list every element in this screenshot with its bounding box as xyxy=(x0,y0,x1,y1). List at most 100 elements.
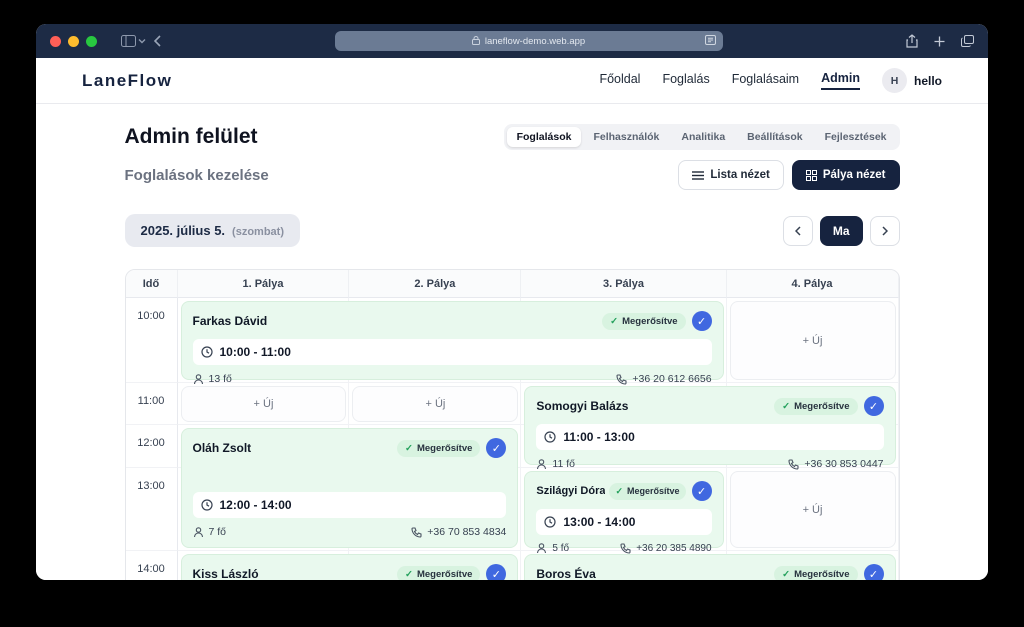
booking-time: 13:00 - 14:00 xyxy=(536,509,711,535)
court-view-button[interactable]: Pálya nézet xyxy=(792,160,900,190)
booking-name: Kiss László xyxy=(193,567,259,580)
chevron-right-icon xyxy=(882,226,888,236)
top-navigation: LaneFlow Főoldal Foglalás Foglalásaim Ad… xyxy=(36,58,988,104)
close-window-button[interactable] xyxy=(50,36,61,47)
minimize-window-button[interactable] xyxy=(68,36,79,47)
share-button[interactable] xyxy=(906,34,918,48)
user-name: hello xyxy=(914,74,942,88)
nav-link-fooldal[interactable]: Főoldal xyxy=(599,72,640,89)
booking-name: Oláh Zsolt xyxy=(193,441,252,455)
check-icon: ✓ xyxy=(782,569,790,580)
check-icon: ✓ xyxy=(610,316,618,327)
tab-fejlesztesek[interactable]: Fejlesztések xyxy=(815,127,897,147)
phone-icon xyxy=(411,527,422,538)
laneflow-logo: LaneFlow xyxy=(82,71,172,91)
status-badge: ✓Megerősítve xyxy=(397,566,480,581)
confirmed-check-button[interactable]: ✓ xyxy=(692,481,712,501)
booking-card[interactable]: Szilágyi Dóra ✓Megerősítve ✓ 13:00 - 14:… xyxy=(524,471,723,548)
clock-icon xyxy=(201,346,213,358)
admin-content: Admin felület Foglalások Felhasználók An… xyxy=(125,104,900,580)
user-menu[interactable]: H hello xyxy=(882,68,942,93)
tab-beallitasok[interactable]: Beállítások xyxy=(737,127,812,147)
status-badge: ✓Megerősítve xyxy=(609,483,685,500)
check-icon: ✓ xyxy=(405,569,413,580)
people-icon xyxy=(536,543,547,554)
phone-icon xyxy=(788,459,799,470)
confirmed-check-button[interactable]: ✓ xyxy=(864,564,884,580)
today-button[interactable]: Ma xyxy=(820,216,863,246)
list-icon xyxy=(692,171,704,180)
booking-card[interactable]: Somogyi Balázs ✓Megerősítve ✓ 11:00 - 13… xyxy=(524,386,895,465)
check-icon: ✓ xyxy=(697,485,706,498)
check-icon: ✓ xyxy=(405,443,413,454)
new-tab-button[interactable] xyxy=(934,34,945,48)
tab-overview-button[interactable] xyxy=(961,34,974,48)
column-header-court2: 2. Pálya xyxy=(349,270,521,298)
column-header-court3: 3. Pálya xyxy=(521,270,726,298)
next-day-button[interactable] xyxy=(870,216,900,246)
booking-name: Somogyi Balázs xyxy=(536,399,628,413)
check-icon: ✓ xyxy=(615,486,623,497)
people-icon xyxy=(193,374,204,385)
check-icon: ✓ xyxy=(869,568,878,581)
clock-icon xyxy=(544,431,556,443)
confirmed-check-button[interactable]: ✓ xyxy=(486,564,506,580)
chevron-down-icon xyxy=(138,38,146,44)
tab-foglalasok[interactable]: Foglalások xyxy=(507,127,582,147)
new-booking-slot[interactable]: + Új xyxy=(730,471,896,548)
tab-felhasznalok[interactable]: Felhasználók xyxy=(583,127,669,147)
booking-time: 10:00 - 11:00 xyxy=(193,339,712,365)
nav-link-foglalasaim[interactable]: Foglalásaim xyxy=(732,72,799,89)
time-label: 10:00 xyxy=(126,298,178,383)
confirmed-check-button[interactable]: ✓ xyxy=(486,438,506,458)
column-header-time: Idő xyxy=(126,270,178,298)
check-icon: ✓ xyxy=(492,442,501,455)
nav-link-admin[interactable]: Admin xyxy=(821,71,860,90)
confirmed-check-button[interactable]: ✓ xyxy=(692,311,712,331)
check-icon: ✓ xyxy=(869,400,878,413)
window-controls xyxy=(50,36,97,47)
zoom-window-button[interactable] xyxy=(86,36,97,47)
url-text: laneflow-demo.web.app xyxy=(485,36,585,47)
plus-icon xyxy=(934,36,945,47)
booking-name: Boros Éva xyxy=(536,567,595,580)
time-label: 12:00 xyxy=(126,425,178,468)
section-subtitle: Foglalások kezelése xyxy=(125,167,269,184)
nav-link-foglalas[interactable]: Foglalás xyxy=(662,72,709,89)
status-badge: ✓Megerősítve xyxy=(602,313,685,330)
browser-chrome: laneflow-demo.web.app xyxy=(36,24,988,58)
date-text: 2025. július 5. xyxy=(141,223,226,238)
status-badge: ✓Megerősítve xyxy=(397,440,480,457)
booking-card[interactable]: Farkas Dávid ✓Megerősítve ✓ 10:00 - 11:0… xyxy=(181,301,724,380)
weekday-text: (szombat) xyxy=(232,226,284,238)
site-security-icon xyxy=(472,32,480,50)
share-icon xyxy=(906,34,918,48)
grid-icon xyxy=(806,170,817,181)
check-icon: ✓ xyxy=(782,401,790,412)
list-view-button[interactable]: Lista nézet xyxy=(678,160,783,190)
new-booking-slot[interactable]: + Új xyxy=(352,386,518,422)
booking-time: 11:00 - 13:00 xyxy=(536,424,883,450)
new-booking-slot[interactable]: + Új xyxy=(730,301,896,380)
address-bar[interactable]: laneflow-demo.web.app xyxy=(335,31,723,51)
page-title: Admin felület xyxy=(125,125,258,149)
tab-analitika[interactable]: Analitika xyxy=(671,127,735,147)
booking-name: Farkas Dávid xyxy=(193,314,268,328)
reader-mode-icon[interactable] xyxy=(705,32,716,50)
phone-icon xyxy=(616,374,627,385)
sidebar-toggle-button[interactable] xyxy=(121,35,146,47)
booking-card[interactable]: Kiss László ✓Megerősítve ✓ xyxy=(181,554,519,580)
status-badge: ✓Megerősítve xyxy=(774,566,857,581)
tabs-icon xyxy=(961,35,974,47)
clock-icon xyxy=(544,516,556,528)
prev-day-button[interactable] xyxy=(783,216,813,246)
browser-window: laneflow-demo.web.app LaneFlow Főoldal xyxy=(36,24,988,580)
column-header-court4: 4. Pálya xyxy=(727,270,899,298)
back-button[interactable] xyxy=(154,35,161,47)
phone-icon xyxy=(620,543,631,554)
booking-card[interactable]: Boros Éva ✓Megerősítve ✓ xyxy=(524,554,895,580)
confirmed-check-button[interactable]: ✓ xyxy=(864,396,884,416)
clock-icon xyxy=(201,499,213,511)
booking-card[interactable]: Oláh Zsolt ✓Megerősítve ✓ 12:00 - 14:00 … xyxy=(181,428,519,548)
new-booking-slot[interactable]: + Új xyxy=(181,386,347,422)
